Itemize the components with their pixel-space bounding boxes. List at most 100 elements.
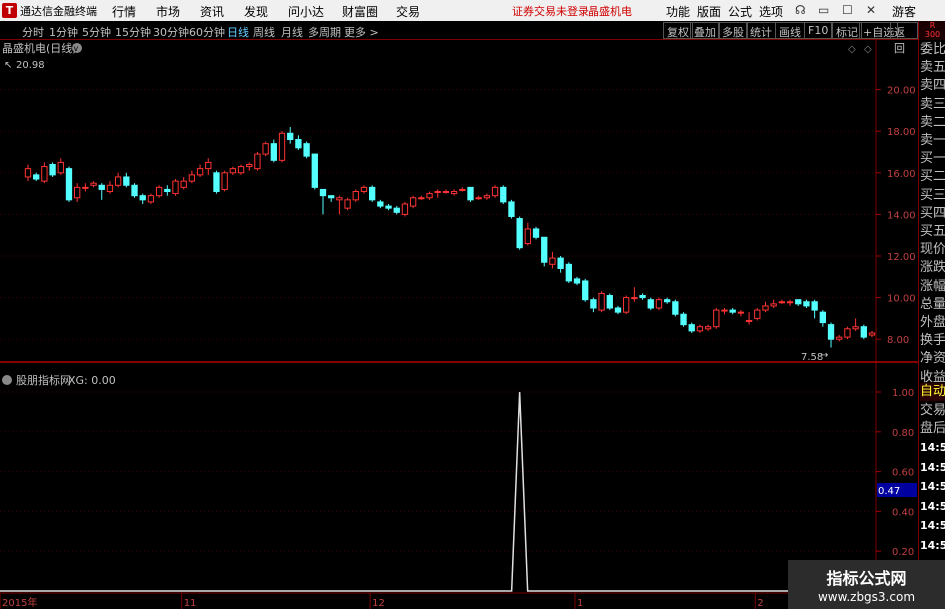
candle[interactable]: [508, 199, 515, 219]
period-tab-15min[interactable]: 15分钟: [115, 24, 151, 40]
candle[interactable]: [623, 295, 630, 315]
candle[interactable]: [246, 162, 253, 171]
diamond-icon[interactable]: ◇: [848, 44, 856, 55]
candle[interactable]: [287, 127, 294, 144]
menu-formula[interactable]: 公式: [728, 3, 752, 20]
candle[interactable]: [778, 299, 786, 304]
candle[interactable]: [516, 216, 523, 250]
period-tab-5min[interactable]: 5分钟: [82, 24, 111, 40]
candle[interactable]: [467, 186, 474, 202]
candle[interactable]: [295, 135, 302, 150]
mark-button[interactable]: 标记: [832, 22, 862, 39]
candle[interactable]: [393, 206, 400, 215]
candle[interactable]: [762, 301, 769, 313]
candle[interactable]: [836, 335, 843, 342]
candle[interactable]: [721, 308, 728, 315]
candle[interactable]: [205, 158, 212, 175]
minimize-icon[interactable]: ▭: [818, 3, 829, 17]
candle[interactable]: [786, 299, 794, 306]
candle[interactable]: [123, 172, 130, 188]
candle[interactable]: [860, 324, 867, 340]
candle[interactable]: [426, 191, 433, 200]
menu-quotes[interactable]: 行情: [112, 3, 136, 20]
trade-login-status[interactable]: 证券交易未登录: [512, 3, 589, 19]
candle[interactable]: [90, 181, 97, 188]
panel-tab-1[interactable]: 交易: [920, 402, 945, 420]
candle[interactable]: [688, 322, 695, 333]
period-tab-1min[interactable]: 1分钟: [49, 24, 78, 40]
stats-button[interactable]: 统计: [746, 22, 776, 39]
candle[interactable]: [803, 299, 810, 308]
candle[interactable]: [598, 291, 605, 313]
candle[interactable]: [319, 188, 327, 215]
candle[interactable]: [377, 199, 384, 209]
candle[interactable]: [82, 183, 89, 192]
candle[interactable]: [418, 195, 425, 200]
candle[interactable]: [278, 131, 286, 163]
candle[interactable]: [532, 226, 540, 240]
candle[interactable]: [713, 308, 720, 329]
candle[interactable]: [770, 299, 777, 308]
candle[interactable]: [139, 193, 146, 204]
candle[interactable]: [475, 195, 482, 200]
guest-user[interactable]: 游客: [892, 3, 916, 20]
candle[interactable]: [221, 170, 228, 192]
menu-market[interactable]: 市场: [156, 3, 180, 20]
multi-stock-button[interactable]: 多股: [718, 22, 748, 39]
candle[interactable]: [172, 179, 179, 196]
period-tab-60min[interactable]: 60分钟: [189, 24, 225, 40]
candle[interactable]: [409, 195, 417, 209]
indicator-settings-icon[interactable]: [2, 375, 12, 385]
candle[interactable]: [65, 166, 73, 202]
candle[interactable]: [74, 183, 81, 202]
f10-button[interactable]: F10: [804, 22, 833, 39]
candle[interactable]: [229, 166, 237, 175]
candle[interactable]: [524, 222, 532, 246]
candle[interactable]: [336, 195, 343, 215]
menu-options[interactable]: 选项: [759, 3, 783, 20]
candle[interactable]: [270, 139, 277, 163]
period-tab-daily[interactable]: 日线: [227, 24, 249, 40]
candle[interactable]: [557, 256, 564, 273]
candle[interactable]: [819, 310, 826, 327]
candle[interactable]: [811, 299, 818, 319]
period-tab-more[interactable]: 更多 >: [344, 24, 379, 40]
candle[interactable]: [500, 185, 507, 204]
candle[interactable]: [352, 189, 359, 202]
candle[interactable]: [237, 164, 245, 175]
candle[interactable]: [24, 164, 32, 182]
candle[interactable]: [655, 297, 663, 311]
menu-news[interactable]: 资讯: [200, 3, 224, 20]
panel-tab-2[interactable]: 盘后: [920, 420, 945, 438]
menu-wealth-circle[interactable]: 财富圈: [342, 3, 378, 20]
draw-line-button[interactable]: 画线: [775, 22, 805, 39]
adjust-button[interactable]: 复权: [663, 22, 693, 39]
candle[interactable]: [41, 162, 48, 184]
candle[interactable]: [868, 330, 876, 338]
candle[interactable]: [844, 326, 851, 340]
candle[interactable]: [631, 287, 638, 302]
candle[interactable]: [827, 322, 835, 348]
candle[interactable]: [795, 299, 802, 306]
period-tab-30min[interactable]: 30分钟: [153, 24, 189, 40]
candle[interactable]: [49, 162, 56, 177]
candle[interactable]: [729, 308, 736, 315]
period-tab-multi[interactable]: 多周期: [308, 24, 341, 40]
candle[interactable]: [106, 181, 114, 194]
candle[interactable]: [360, 185, 368, 194]
candle[interactable]: [549, 251, 556, 269]
period-tab-intraday[interactable]: 分时: [22, 24, 44, 40]
overlay-button[interactable]: 叠加: [690, 22, 720, 39]
candle[interactable]: [606, 293, 613, 311]
candle[interactable]: [573, 276, 581, 286]
candle[interactable]: [442, 189, 450, 194]
candle[interactable]: [582, 278, 589, 302]
candle[interactable]: [647, 297, 654, 311]
candle[interactable]: [614, 305, 622, 315]
candle[interactable]: [262, 141, 269, 157]
candle[interactable]: [131, 183, 138, 198]
candle[interactable]: [450, 189, 458, 196]
candle[interactable]: [385, 204, 392, 211]
panel-tab-0[interactable]: 自动: [920, 383, 945, 401]
close-icon[interactable]: ✕: [866, 3, 876, 17]
